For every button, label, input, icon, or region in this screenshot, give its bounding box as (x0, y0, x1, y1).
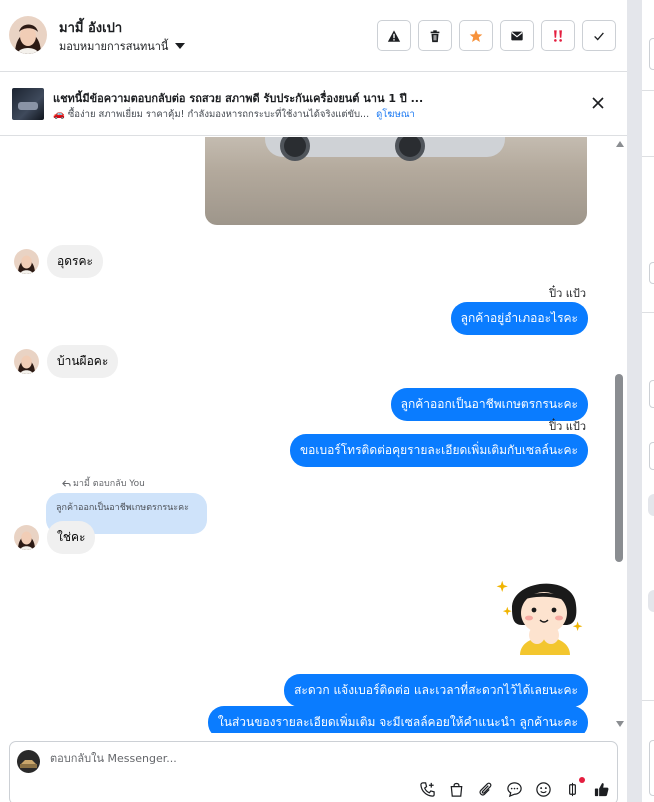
message-row-incoming: ใช่คะ (14, 521, 96, 554)
phone-add-icon (420, 782, 435, 797)
assign-conversation-dropdown[interactable]: มอบหมายการสนทนานี้ (59, 37, 186, 55)
payment-icon (569, 782, 576, 797)
envelope-icon (511, 31, 523, 40)
chat-bubble-icon (507, 782, 522, 798)
scrollbar-thumb[interactable] (615, 374, 623, 562)
paperclip-icon (479, 782, 492, 796)
panel-field[interactable] (649, 38, 654, 70)
shop-button[interactable] (447, 780, 466, 799)
message-thread: อุดรคะ ปิ๋ว แป้ว ลูกค้าอยู่อำเภออะไรคะ บ… (0, 137, 627, 733)
ad-banner-description: 🚗 ซื้อง่าย สภาพเยี่ยม ราคาคุ้ม! กำลังมอง… (53, 109, 370, 120)
star-icon (469, 29, 483, 42)
car-wheel (280, 137, 310, 161)
message-row-incoming: บ้านผือคะ (14, 345, 119, 378)
panel-separator (642, 90, 654, 91)
panel-avatar (648, 494, 654, 516)
panel-field[interactable] (649, 442, 654, 470)
panel-field[interactable] (649, 380, 654, 408)
sender-name: ปิ๋ว แป้ว (549, 287, 586, 300)
close-icon[interactable] (591, 96, 605, 110)
reply-indicator: มามี้ ตอบกลับ You (62, 476, 145, 490)
trash-icon (430, 29, 440, 42)
panel-separator (642, 312, 654, 313)
message-row-incoming: อุดรคะ (14, 245, 103, 278)
panel-avatar (648, 590, 654, 612)
message-bubble-incoming[interactable]: อุดรคะ (47, 245, 103, 278)
view-ad-link[interactable]: ดูโฆษณา (376, 109, 415, 120)
message-bubble-outgoing[interactable]: ลูกค้าอยู่อำเภออะไรคะ (450, 302, 588, 335)
ad-reply-banner: แชทนี้มีข้อความตอบกลับต่อ รถสวย สภาพดี ร… (0, 72, 627, 136)
composer-toolbar (418, 777, 611, 799)
check-icon (594, 32, 604, 40)
ad-thumbnail[interactable] (12, 88, 44, 120)
page-avatar (17, 750, 40, 773)
message-bubble-incoming[interactable]: ใช่คะ (47, 521, 96, 554)
priority-button[interactable] (541, 20, 575, 51)
emoji-icon (536, 782, 551, 797)
contact-avatar[interactable] (9, 16, 47, 54)
contact-avatar (14, 349, 39, 374)
shopping-bag-icon (450, 782, 463, 797)
conversation-header: มามี้ อังเปา มอบหมายการสนทนานี้ (0, 0, 627, 72)
mark-unread-button[interactable] (500, 20, 534, 51)
ad-banner-title: แชทนี้มีข้อความตอบกลับต่อ รถสวย สภาพดี ร… (53, 92, 424, 105)
message-composer (9, 741, 618, 802)
call-button[interactable] (418, 780, 437, 799)
double-exclamation-icon (554, 29, 562, 42)
saved-replies-button[interactable] (505, 780, 524, 799)
attach-button[interactable] (476, 780, 495, 799)
car-photo-attachment[interactable] (205, 137, 587, 225)
emoji-button[interactable] (534, 780, 553, 799)
follow-up-button[interactable] (459, 20, 493, 51)
payment-button[interactable] (563, 777, 585, 799)
mark-done-button[interactable] (582, 20, 616, 51)
panel-separator (642, 156, 654, 157)
contact-details-panel (642, 0, 654, 802)
thumbs-up-icon (594, 783, 609, 797)
sender-name: ปิ๋ว แป้ว (549, 420, 586, 433)
message-bubble-outgoing[interactable]: สะดวก แจ้งเบอร์ติดต่อ และเวลาที่สะดวกไว้… (284, 674, 588, 707)
reply-arrow-icon (62, 479, 71, 487)
contact-avatar (14, 525, 39, 550)
mark-spam-button[interactable] (377, 20, 411, 51)
girl-sticker[interactable] (492, 565, 588, 655)
message-bubble-outgoing[interactable]: ขอเบอร์โทรติดต่อคุยรายละเอียดเพิ่มเติมกั… (289, 434, 588, 467)
scroll-down-arrow-icon[interactable] (616, 721, 624, 727)
notification-dot (579, 777, 585, 783)
ad-banner-subtitle: 🚗 ซื้อง่าย สภาพเยี่ยม ราคาคุ้ม! กำลังมอง… (53, 107, 415, 122)
contact-name[interactable]: มามี้ อังเปา (59, 17, 122, 38)
warning-icon (387, 29, 401, 42)
panel-field[interactable] (649, 740, 654, 796)
scroll-up-arrow-icon[interactable] (616, 141, 624, 147)
caret-down-icon (175, 43, 186, 49)
car-wheel (395, 137, 425, 161)
reply-input[interactable] (50, 752, 450, 765)
assign-label: มอบหมายการสนทนานี้ (59, 40, 169, 53)
panel-separator (642, 700, 654, 701)
thread-scrollbar[interactable] (613, 137, 626, 733)
conversation-actions (377, 20, 616, 51)
delete-button[interactable] (418, 20, 452, 51)
contact-avatar (14, 249, 39, 274)
reply-label: มามี้ ตอบกลับ You (73, 479, 145, 489)
panel-divider (627, 0, 642, 802)
message-bubble-outgoing[interactable]: ในส่วนของรายละเอียดเพิ่มเติม จะมีเซลล์คอ… (207, 706, 588, 733)
send-like-button[interactable] (592, 780, 611, 799)
message-bubble-incoming[interactable]: บ้านผือคะ (47, 345, 119, 378)
panel-field[interactable] (649, 262, 654, 284)
